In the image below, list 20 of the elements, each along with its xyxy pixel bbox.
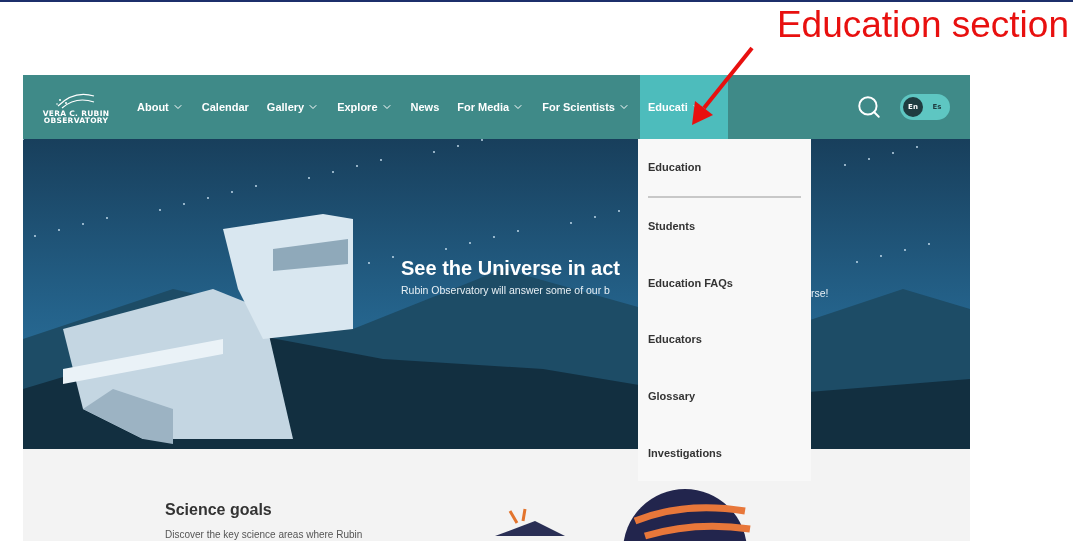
nav-menu-item[interactable]: Calendar xyxy=(193,75,257,139)
menu-item[interactable]: Students xyxy=(638,197,811,255)
hero-title: See the Universe in act xyxy=(401,257,621,280)
search-icon[interactable] xyxy=(856,94,882,120)
section-text: Discover the key science areas where Rubin xyxy=(165,529,364,540)
nav-menu-item[interactable]: News xyxy=(402,75,448,139)
section-title: Science goals xyxy=(165,501,273,519)
hero-subtitle: Rubin Observatory will answer some of our b xyxy=(401,284,611,296)
nav-menu-item[interactable]: For Media xyxy=(449,75,533,139)
menu-item[interactable]: Glossary xyxy=(638,367,811,425)
nav-menu-item[interactable]: Explore xyxy=(329,75,401,139)
nav-menu-item[interactable]: Gallery xyxy=(258,75,328,139)
menu-item[interactable]: Education FAQs xyxy=(638,254,811,311)
nav-menu-item[interactable]: About xyxy=(129,75,192,139)
nav-menu-item[interactable]: For Scientists xyxy=(534,75,638,139)
annotation-label: Education section xyxy=(776,3,1069,47)
menu-item[interactable]: Investigations xyxy=(638,424,811,481)
menu-item[interactable]: Educators xyxy=(638,311,811,368)
hero-subtitle-end: rse! xyxy=(811,287,830,299)
menu-heading[interactable]: Education xyxy=(638,139,811,196)
